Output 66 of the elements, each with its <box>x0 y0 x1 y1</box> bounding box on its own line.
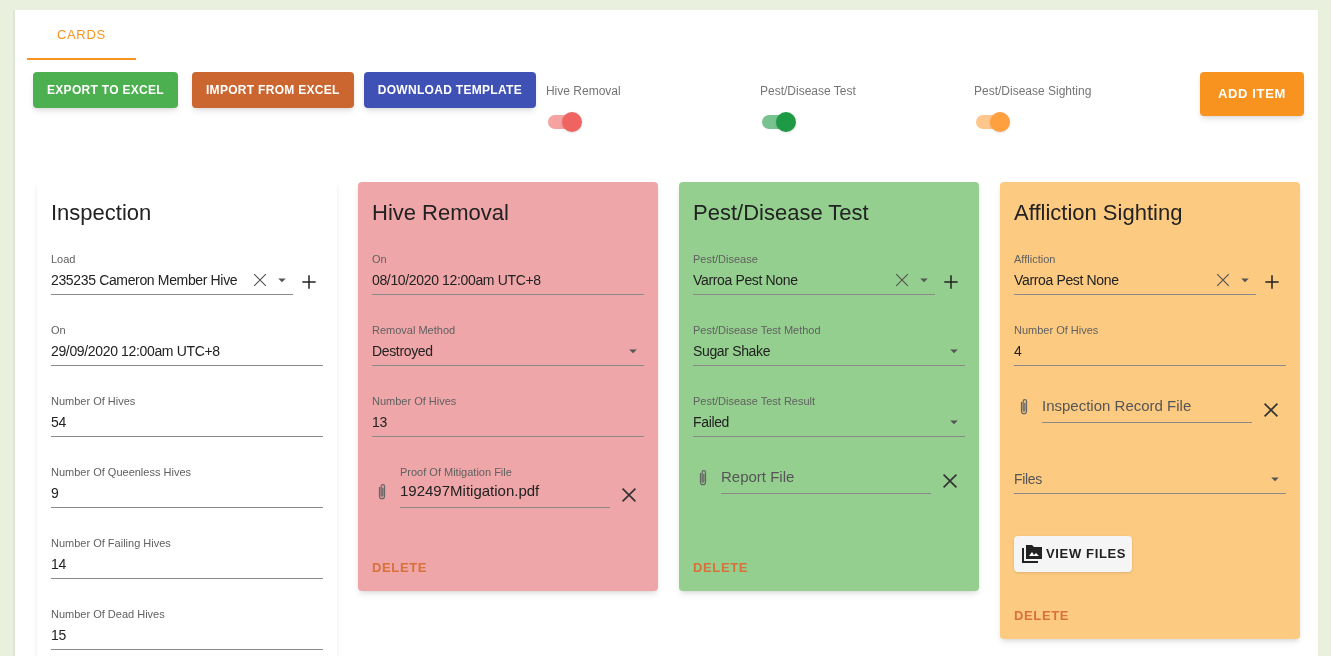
add-icon[interactable] <box>1262 272 1282 292</box>
select-field[interactable]: Pest/Disease Test Method Sugar Shake <box>693 323 965 366</box>
add-icon[interactable] <box>941 272 961 292</box>
field-value: 54 <box>51 413 67 432</box>
toggle-switch[interactable] <box>975 112 1010 132</box>
photo-folder-icon[interactable] <box>1020 542 1044 566</box>
field-value: Destroyed <box>372 342 434 361</box>
file-field[interactable]: Report File <box>721 465 931 494</box>
field-label: Pest/Disease <box>693 252 759 266</box>
field-label: Removal Method <box>372 323 457 337</box>
text-field[interactable]: Number Of Failing Hives 14 <box>51 536 323 579</box>
field-label: Number Of Hives <box>51 394 137 408</box>
field-value: Sugar Shake <box>693 342 772 361</box>
text-field[interactable]: Number Of Hives 4 <box>1014 323 1286 366</box>
select-field[interactable]: Affliction Varroa Pest None <box>1014 252 1256 295</box>
field-label: Number Of Dead Hives <box>51 607 166 621</box>
toggle-label: Pest/Disease Sighting <box>973 83 1093 100</box>
field-placeholder: Files <box>1014 470 1043 489</box>
field-value: 235235 Cameron Member Hive <box>51 271 239 290</box>
text-field[interactable]: Number Of Dead Hives 15 <box>51 607 323 650</box>
card-title: Hive Removal <box>372 200 510 226</box>
text-field[interactable]: Number Of Hives 13 <box>372 394 644 437</box>
field-value: 14 <box>51 555 67 574</box>
select-field[interactable]: Pest/Disease Varroa Pest None <box>693 252 935 295</box>
field-label: Affliction <box>1014 252 1057 266</box>
field-value: Varroa Pest None <box>1014 271 1120 290</box>
field-label: On <box>372 252 388 266</box>
toggle-switch[interactable] <box>547 112 582 132</box>
select-field[interactable]: Files <box>1014 465 1286 494</box>
select-field[interactable]: Pest/Disease Test Result Failed <box>693 394 965 437</box>
select-field[interactable]: Load 235235 Cameron Member Hive <box>51 252 293 295</box>
text-field[interactable]: On 29/09/2020 12:00am UTC+8 <box>51 323 323 366</box>
card-title: Affliction Sighting <box>1014 200 1184 226</box>
field-value: 192497Mitigation.pdf <box>400 481 541 501</box>
field-label: Number Of Queenless Hives <box>51 465 192 479</box>
field-label: Number Of Failing Hives <box>51 536 172 550</box>
toggle-label: Hive Removal <box>545 83 622 100</box>
field-value: Failed <box>693 413 731 432</box>
file-field[interactable]: Inspection Record File <box>1042 394 1252 423</box>
select-field[interactable]: Removal Method Destroyed <box>372 323 644 366</box>
field-label: Pest/Disease Test Method <box>693 323 822 337</box>
field-label: Proof Of Mitigation File <box>400 465 513 479</box>
field-value: 4 <box>1014 342 1023 361</box>
card-title: Pest/Disease Test <box>693 200 870 226</box>
field-label: Pest/Disease Test Result <box>693 394 817 408</box>
text-field[interactable]: On 08/10/2020 12:00am UTC+8 <box>372 252 644 295</box>
toggle-label: Pest/Disease Test <box>759 83 857 100</box>
view-files-button[interactable]: VIEW FILES <box>1014 536 1133 572</box>
action-button[interactable]: IMPORT FROM EXCEL <box>191 72 354 108</box>
text-field[interactable]: Number Of Hives 54 <box>51 394 323 437</box>
field-label: Number Of Hives <box>1014 323 1100 337</box>
toggle-switch[interactable] <box>761 112 796 132</box>
field-value: 15 <box>51 626 67 645</box>
add-icon[interactable] <box>299 272 319 292</box>
field-label: On <box>51 323 67 337</box>
field-value: 29/09/2020 12:00am UTC+8 <box>51 342 221 361</box>
field-value: 08/10/2020 12:00am UTC+8 <box>372 271 542 290</box>
file-field[interactable]: Proof Of Mitigation File 192497Mitigation.pdf <box>400 465 610 508</box>
field-value: 13 <box>372 413 388 432</box>
action-button[interactable]: DOWNLOAD TEMPLATE <box>363 72 536 108</box>
field-value: 9 <box>51 484 60 503</box>
field-label: Number Of Hives <box>372 394 458 408</box>
card-title: Inspection <box>51 200 153 226</box>
field-label: Load <box>51 252 77 266</box>
text-field[interactable]: Number Of Queenless Hives 9 <box>51 465 323 508</box>
field-value: Varroa Pest None <box>693 271 799 290</box>
